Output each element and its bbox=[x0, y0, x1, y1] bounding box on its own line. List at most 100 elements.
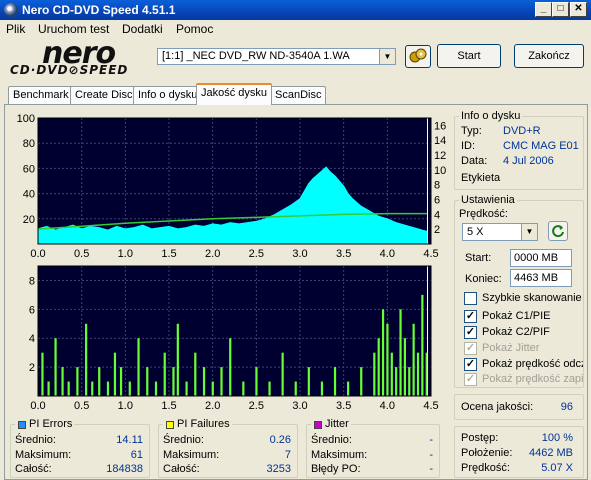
start-input-value: 0000 MB bbox=[514, 252, 559, 264]
pif-bar bbox=[395, 367, 398, 396]
progress-value: 100 % bbox=[541, 432, 573, 444]
pif-bar bbox=[163, 352, 166, 396]
pif-bar bbox=[333, 367, 337, 396]
pi-failures-group: PI Failures Średnio: 0.26 Maksimum: 7 Ca… bbox=[158, 418, 298, 478]
drive-refresh-icon bbox=[409, 48, 427, 63]
y-tick-label: 2 bbox=[29, 362, 35, 374]
quality-score-value: 96 bbox=[560, 401, 573, 413]
pif-bar bbox=[229, 338, 232, 396]
pif-bar bbox=[61, 367, 64, 396]
x-tick-label: 4.0 bbox=[380, 400, 395, 412]
disc-info-group: Info o dysku Typ: DVD+R ID: CMC MAG E01 … bbox=[454, 110, 584, 190]
y-right-tick-label: 10 bbox=[434, 165, 446, 177]
y-tick-label: 6 bbox=[29, 304, 35, 316]
pi-failures-total-label: Całość: bbox=[163, 463, 200, 475]
minimize-icon[interactable]: _ bbox=[535, 2, 552, 17]
maximize-icon[interactable]: □ bbox=[552, 2, 569, 17]
pi-failures-swatch bbox=[166, 421, 174, 429]
x-tick-label: 1.0 bbox=[118, 400, 133, 412]
menu-pomoc[interactable]: Pomoc bbox=[176, 22, 213, 36]
y-tick-label: 60 bbox=[23, 163, 35, 175]
pif-chart-area: 0.0 0.5 1.0 1.5 2.0 2.5 3.0 3.5 4.0 4.5 8 6 4 2 bbox=[4, 262, 452, 412]
x-tick-label: 3.5 bbox=[336, 248, 351, 260]
pi-errors-swatch bbox=[18, 421, 26, 429]
refresh-drive-button[interactable] bbox=[405, 45, 431, 68]
pif-bar bbox=[185, 381, 188, 396]
pif-bar bbox=[106, 381, 110, 396]
menu-uruchom-test[interactable]: Uruchom test bbox=[38, 22, 109, 36]
pif-bar bbox=[307, 367, 310, 396]
pi-errors-total-value: 184838 bbox=[106, 463, 143, 475]
show-read-speed-checkbox[interactable]: ✓ bbox=[464, 358, 477, 371]
end-input-value: 4463 MB bbox=[514, 272, 559, 284]
tab-create-disc[interactable]: Create Disc bbox=[70, 86, 138, 104]
end-input[interactable]: 4463 MB bbox=[510, 269, 572, 287]
pif-bar bbox=[67, 381, 70, 396]
show-write-speed-checkbox[interactable]: ✓ bbox=[464, 373, 477, 386]
jitter-max-label: Maksimum: bbox=[311, 449, 368, 461]
show-pif-checkbox[interactable]: ✓ bbox=[464, 326, 477, 339]
pif-bar bbox=[128, 381, 131, 396]
pif-bar bbox=[268, 381, 271, 396]
close-icon[interactable]: ✕ bbox=[570, 2, 587, 17]
y-right-tick-label: 12 bbox=[434, 150, 446, 162]
title-bar: Nero CD-DVD Speed 4.51.1 _ □ ✕ bbox=[0, 0, 591, 20]
jitter-max-value: - bbox=[429, 449, 433, 461]
quick-scan-checkbox[interactable] bbox=[464, 292, 477, 305]
y-right-tick-label: 6 bbox=[434, 195, 440, 207]
tab-disc-quality[interactable]: Jakość dysku bbox=[196, 83, 273, 105]
show-write-speed-label: Pokaż prędkość zapisu bbox=[482, 373, 583, 385]
show-pie-label: Pokaż C1/PIE bbox=[482, 310, 551, 322]
pi-errors-max-label: Maksimum: bbox=[15, 449, 72, 461]
drive-select[interactable]: [1:1] _NEC DVD_RW ND-3540A 1.WA ▼ bbox=[157, 48, 396, 65]
chevron-down-icon[interactable]: ▼ bbox=[379, 49, 395, 64]
start-button[interactable]: Start bbox=[437, 44, 501, 68]
tab-disc-info[interactable]: Info o dysku bbox=[133, 86, 203, 104]
tab-benchmark[interactable]: Benchmark bbox=[8, 86, 74, 104]
show-pie-checkbox[interactable]: ✓ bbox=[464, 310, 477, 323]
disc-id-value: CMC MAG E01 bbox=[503, 140, 579, 152]
app-icon bbox=[4, 3, 18, 17]
pif-bar bbox=[373, 352, 376, 396]
pi-failures-avg-label: Średnio: bbox=[163, 434, 204, 446]
menu-plik[interactable]: Plik bbox=[6, 22, 25, 36]
refresh-icon bbox=[552, 225, 564, 238]
start-input[interactable]: 0000 MB bbox=[510, 249, 572, 267]
pi-errors-avg-label: Średnio: bbox=[15, 434, 56, 446]
jitter-swatch bbox=[314, 421, 322, 429]
x-tick-label: 1.5 bbox=[161, 248, 176, 260]
plot-background bbox=[38, 266, 431, 396]
menu-dodatki[interactable]: Dodatki bbox=[122, 22, 163, 36]
pif-bar bbox=[412, 323, 415, 396]
pif-bar bbox=[54, 338, 57, 396]
disc-date-value: 4 Jul 2006 bbox=[503, 155, 554, 167]
pi-errors-group: PI Errors Średnio: 14.11 Maksimum: 61 Ca… bbox=[10, 418, 150, 478]
x-tick-label: 0.0 bbox=[30, 248, 45, 260]
x-tick-label: 2.0 bbox=[205, 400, 220, 412]
end-button[interactable]: Zakończ bbox=[514, 44, 584, 68]
pif-bar bbox=[220, 367, 223, 396]
jitter-avg-label: Średnio: bbox=[311, 434, 352, 446]
tab-scandisc[interactable]: ScanDisc bbox=[270, 86, 327, 104]
speed-select[interactable]: 5 X ▼ bbox=[462, 223, 538, 241]
disc-type-value: DVD+R bbox=[503, 125, 541, 137]
chevron-down-icon[interactable]: ▼ bbox=[521, 224, 537, 240]
disc-label-label: Etykieta bbox=[461, 172, 501, 184]
pif-bar bbox=[154, 381, 158, 396]
pi-failures-max-value: 7 bbox=[284, 449, 291, 461]
y-tick-label: 20 bbox=[23, 214, 35, 226]
y-right-tick-label: 16 bbox=[434, 120, 446, 132]
y-right-tick-label: 4 bbox=[434, 209, 440, 221]
y-tick-label: 40 bbox=[23, 189, 35, 201]
pi-errors-max-value: 61 bbox=[130, 449, 143, 461]
refresh-speed-button[interactable] bbox=[548, 221, 568, 241]
show-jitter-checkbox[interactable]: ✓ bbox=[464, 342, 477, 355]
position-value: 4462 MB bbox=[528, 447, 573, 459]
pif-bar bbox=[202, 367, 206, 396]
pif-bar bbox=[403, 338, 406, 396]
progress-label: Postęp: bbox=[461, 432, 499, 444]
y-tick-label: 80 bbox=[23, 138, 35, 150]
pif-bar bbox=[76, 367, 79, 396]
pif-bar bbox=[172, 367, 175, 396]
pif-bar bbox=[416, 352, 420, 396]
